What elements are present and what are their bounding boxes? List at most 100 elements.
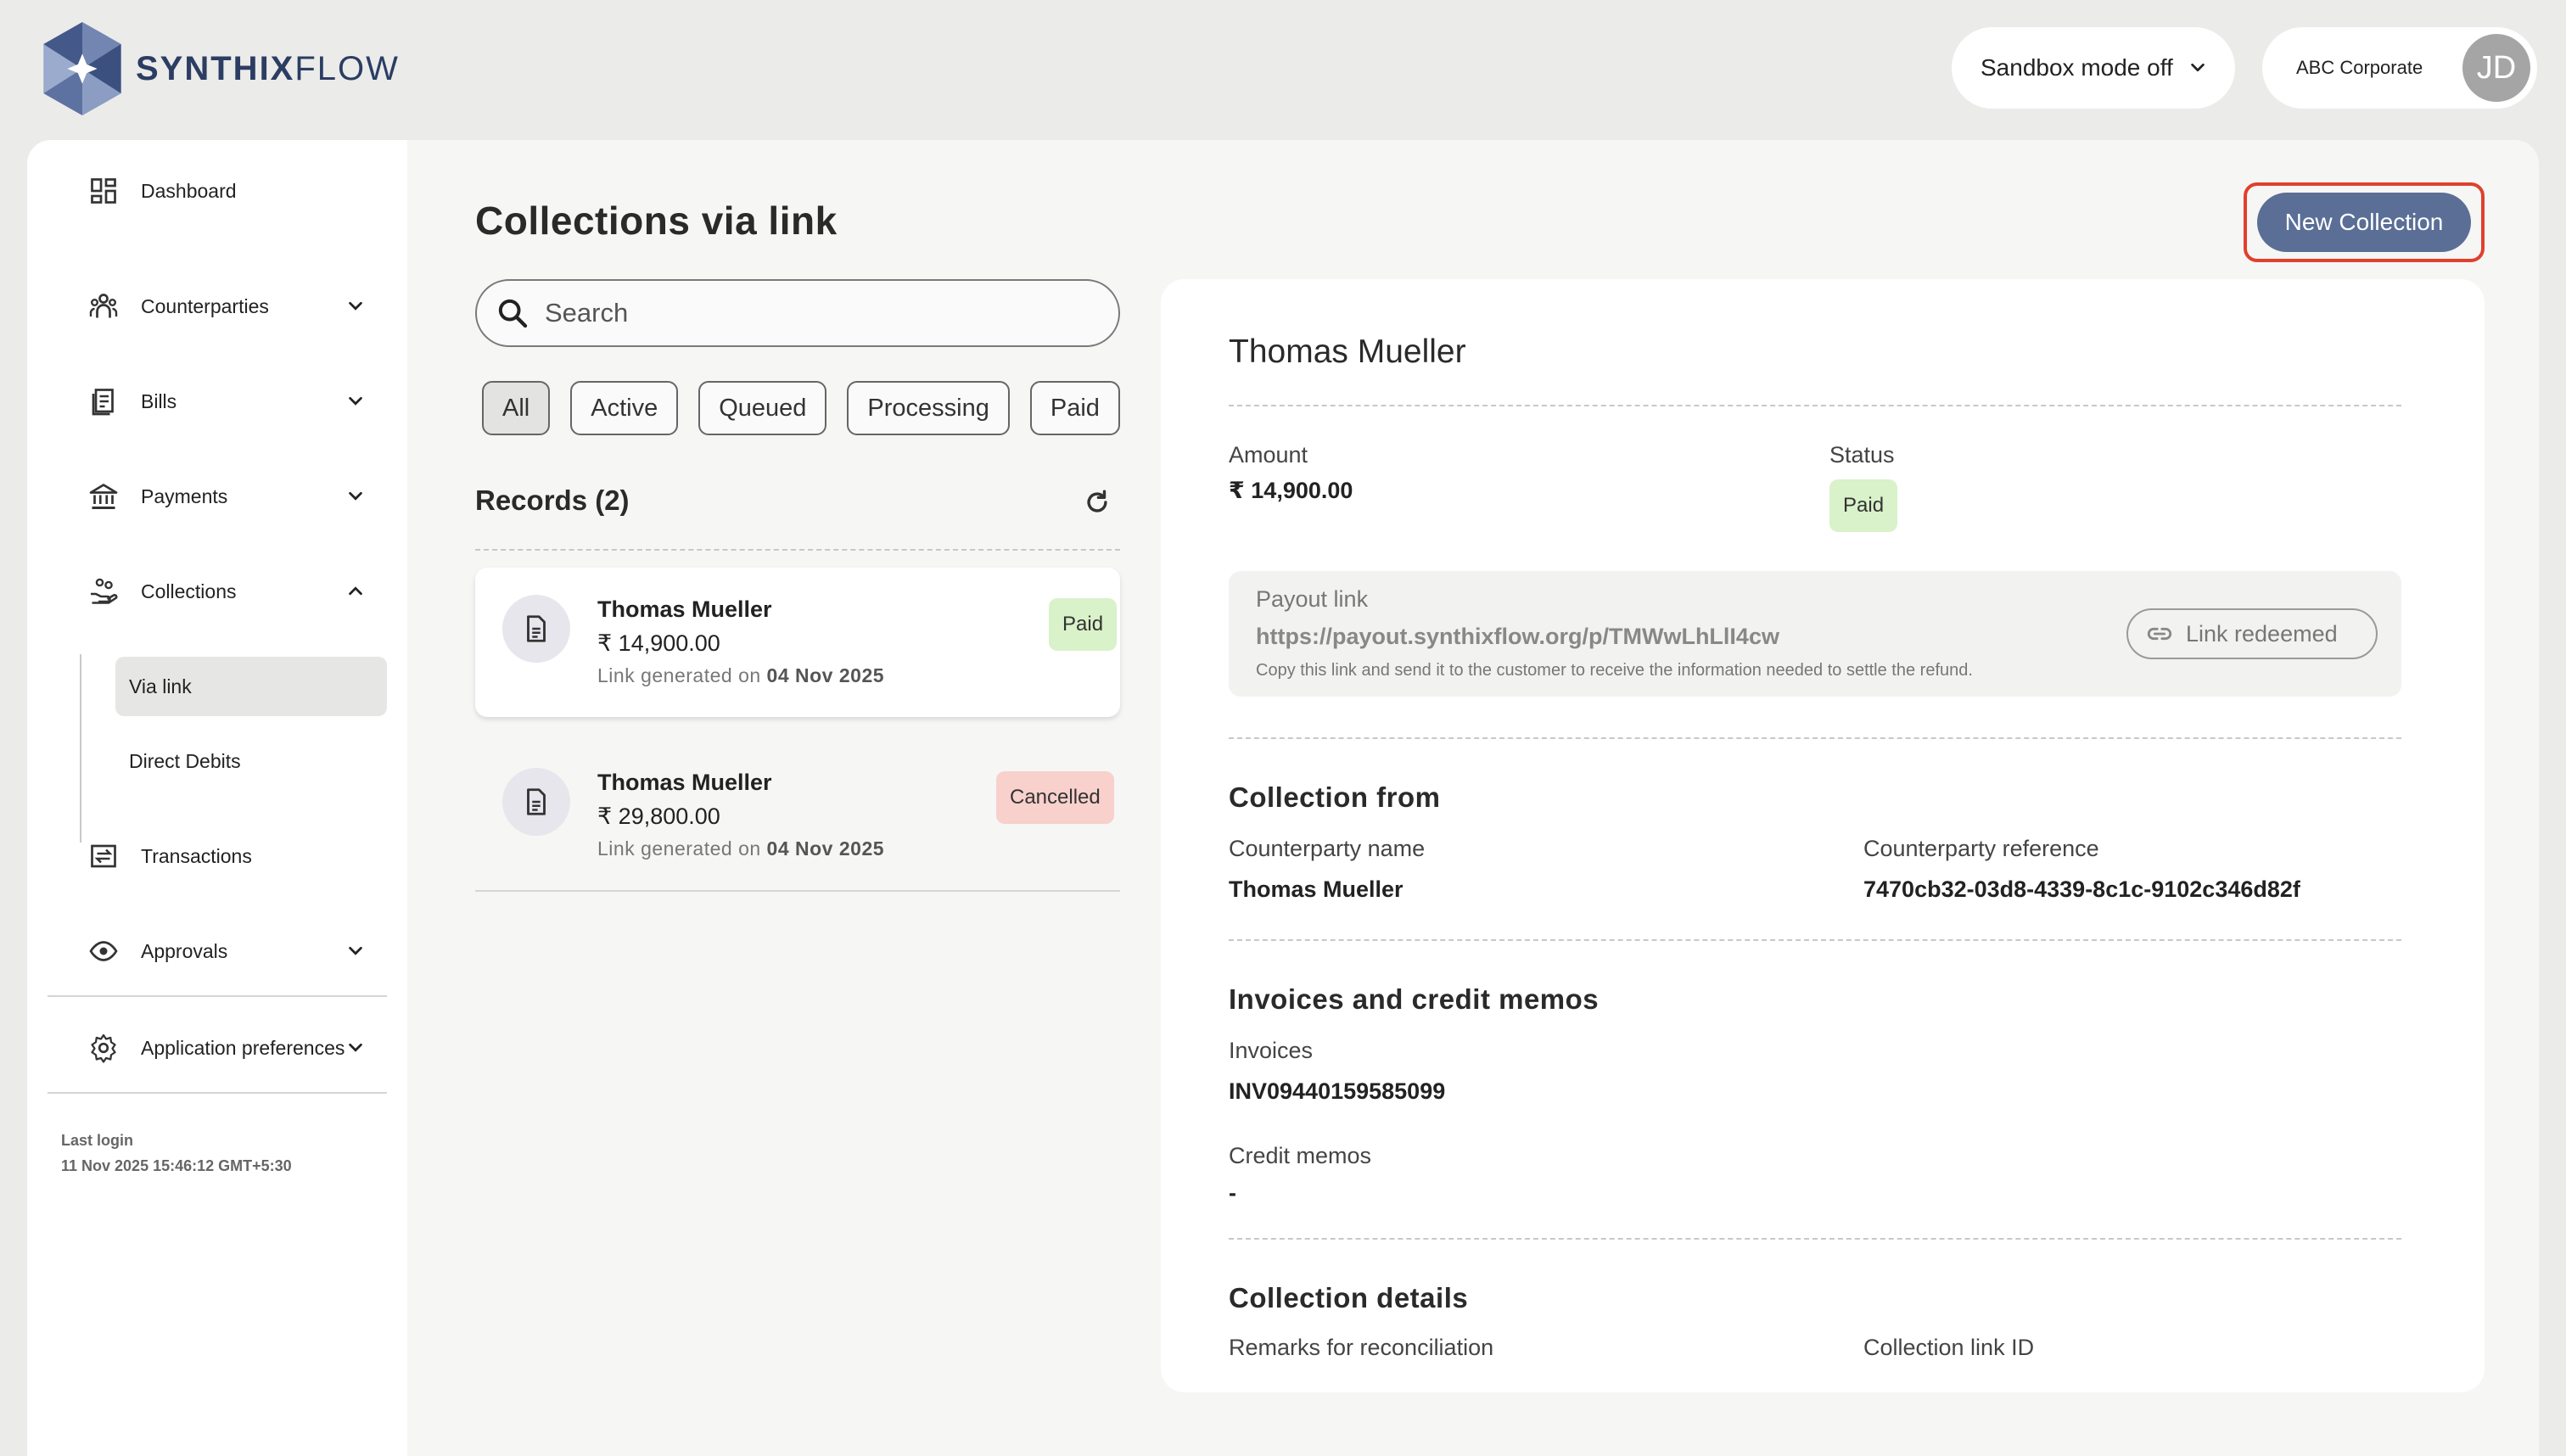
- status-label: Status: [1829, 442, 1895, 468]
- sandbox-mode-label: Sandbox mode off: [1981, 54, 2173, 81]
- list-item[interactable]: Thomas Mueller ₹ 14,900.00 Link generate…: [475, 568, 1120, 717]
- sidebar-subitem-via-link[interactable]: Via link: [115, 657, 387, 716]
- app-shell: Dashboard Counterparties Bills Payments: [27, 140, 2539, 1456]
- records-end-divider: [475, 890, 1120, 892]
- sidebar-item-application-preferences[interactable]: Application preferences: [61, 1018, 380, 1078]
- detail-divider: [1229, 737, 2401, 739]
- sidebar-divider: [48, 995, 387, 997]
- link-redeemed-label: Link redeemed: [2186, 620, 2338, 647]
- collection-detail-panel: Thomas Mueller Amount ₹ 14,900.00 Status…: [1161, 279, 2485, 1392]
- filter-chip-queued[interactable]: Queued: [698, 381, 827, 435]
- account-switcher[interactable]: ABC Corporate JD: [2262, 27, 2537, 109]
- sidebar-item-label: Transactions: [141, 844, 252, 867]
- sidebar-item-counterparties[interactable]: Counterparties: [61, 277, 380, 336]
- collection-link-id-label: Collection link ID: [1863, 1335, 2035, 1360]
- chevron-down-icon[interactable]: [346, 392, 365, 411]
- invoices-heading: Invoices and credit memos: [1229, 983, 1600, 1015]
- brand-logo[interactable]: SYNTHIXFLOW: [37, 20, 400, 117]
- top-bar: SYNTHIXFLOW Sandbox mode off ABC Corpora…: [0, 0, 2566, 140]
- status-badge: Paid: [1049, 598, 1118, 651]
- document-icon: [502, 768, 570, 836]
- chevron-down-icon: [2190, 63, 2205, 72]
- record-amount: ₹ 14,900.00: [597, 630, 720, 656]
- records-heading: Records (2): [475, 484, 630, 516]
- sandbox-mode-dropdown[interactable]: Sandbox mode off: [1952, 27, 2235, 109]
- remarks-label: Remarks for reconciliation: [1229, 1335, 1494, 1360]
- invoices-label: Invoices: [1229, 1038, 1314, 1063]
- sidebar-item-label: Counterparties: [141, 294, 269, 317]
- search-box[interactable]: [475, 279, 1120, 347]
- submenu-guide-line: [80, 654, 81, 843]
- sidebar-subitem-direct-debits[interactable]: Direct Debits: [115, 731, 387, 791]
- link-icon: [2147, 627, 2172, 641]
- record-name: Thomas Mueller: [597, 596, 772, 622]
- page-title: Collections via link: [475, 199, 838, 243]
- document-icon: [502, 595, 570, 663]
- chevron-down-icon[interactable]: [346, 942, 365, 960]
- collection-details-heading: Collection details: [1229, 1282, 1469, 1313]
- credit-memos-label: Credit memos: [1229, 1143, 1372, 1168]
- filter-chip-all[interactable]: All: [482, 381, 551, 435]
- payout-link-url[interactable]: https://payout.synthixflow.org/p/TMWwLhL…: [1256, 624, 1779, 650]
- filter-chip-active[interactable]: Active: [570, 381, 679, 435]
- sidebar-item-approvals[interactable]: Approvals: [61, 921, 380, 981]
- detail-title: Thomas Mueller: [1229, 333, 1466, 370]
- search-icon: [498, 299, 528, 328]
- dashboard-icon: [87, 174, 120, 208]
- eye-icon: [87, 934, 120, 968]
- sidebar-subitem-label: Direct Debits: [129, 749, 241, 772]
- sidebar-item-transactions[interactable]: Transactions: [61, 826, 380, 886]
- sidebar-item-label: Dashboard: [141, 179, 237, 202]
- chevron-down-icon[interactable]: [346, 297, 365, 316]
- amount-value: ₹ 14,900.00: [1229, 478, 1353, 503]
- refresh-icon[interactable]: [1083, 488, 1112, 517]
- collect-money-icon: [87, 574, 120, 608]
- sidebar-subitem-label: Via link: [129, 675, 192, 697]
- counterparty-reference-label: Counterparty reference: [1863, 836, 2099, 861]
- filter-chip-processing[interactable]: Processing: [847, 381, 1010, 435]
- sidebar-item-payments[interactable]: Payments: [61, 467, 380, 526]
- sidebar-item-label: Application preferences: [141, 1036, 345, 1059]
- payout-link-hint: Copy this link and send it to the custom…: [1256, 661, 1973, 680]
- last-login: Last login 11 Nov 2025 15:46:12 GMT+5:30: [61, 1128, 292, 1179]
- invoices-value: INV09440159585099: [1229, 1078, 1446, 1104]
- brand-name: SYNTHIXFLOW: [136, 49, 400, 87]
- new-collection-button[interactable]: New Collection: [2257, 193, 2471, 252]
- sidebar-item-collections[interactable]: Collections: [61, 562, 380, 621]
- record-date: Link generated on 04 Nov 2025: [597, 664, 885, 686]
- detail-divider: [1229, 939, 2401, 941]
- sidebar-item-label: Bills: [141, 389, 177, 412]
- bill-icon: [87, 384, 120, 418]
- detail-divider: [1229, 1238, 2401, 1240]
- avatar[interactable]: JD: [2462, 34, 2530, 102]
- sidebar-item-label: Collections: [141, 580, 237, 602]
- filter-chip-paid[interactable]: Paid: [1029, 381, 1120, 435]
- search-input[interactable]: [545, 298, 1088, 328]
- status-filter-group: All Active Queued Processing Paid: [482, 381, 1120, 435]
- payout-link-label: Payout link: [1256, 586, 1369, 612]
- sidebar-item-dashboard[interactable]: Dashboard: [61, 161, 380, 221]
- people-icon: [87, 289, 120, 323]
- chevron-up-icon[interactable]: [346, 582, 365, 601]
- chevron-down-icon[interactable]: [346, 487, 365, 506]
- sidebar-item-label: Approvals: [141, 939, 228, 962]
- last-login-label: Last login: [61, 1132, 133, 1149]
- last-login-value: 11 Nov 2025 15:46:12 GMT+5:30: [61, 1157, 292, 1174]
- detail-divider: [1229, 405, 2401, 406]
- counterparty-reference-value: 7470cb32-03d8-4339-8c1c-9102c346d82f: [1863, 876, 2300, 902]
- list-item[interactable]: Thomas Mueller ₹ 29,800.00 Link generate…: [475, 741, 1120, 890]
- sidebar-divider: [48, 1092, 387, 1094]
- credit-memos-value: -: [1229, 1180, 1236, 1206]
- status-badge: Cancelled: [996, 771, 1114, 824]
- collection-from-heading: Collection from: [1229, 781, 1441, 813]
- sidebar: Dashboard Counterparties Bills Payments: [27, 140, 407, 1456]
- records-divider: [475, 549, 1120, 551]
- record-date: Link generated on 04 Nov 2025: [597, 837, 885, 860]
- sidebar-item-bills[interactable]: Bills: [61, 372, 380, 431]
- payout-link-box: Payout link https://payout.synthixflow.o…: [1229, 571, 2401, 697]
- chevron-down-icon[interactable]: [346, 1039, 365, 1057]
- counterparty-name-value: Thomas Mueller: [1229, 876, 1403, 902]
- company-name: ABC Corporate: [2296, 57, 2423, 78]
- transactions-icon: [87, 839, 120, 873]
- record-amount: ₹ 29,800.00: [597, 804, 720, 829]
